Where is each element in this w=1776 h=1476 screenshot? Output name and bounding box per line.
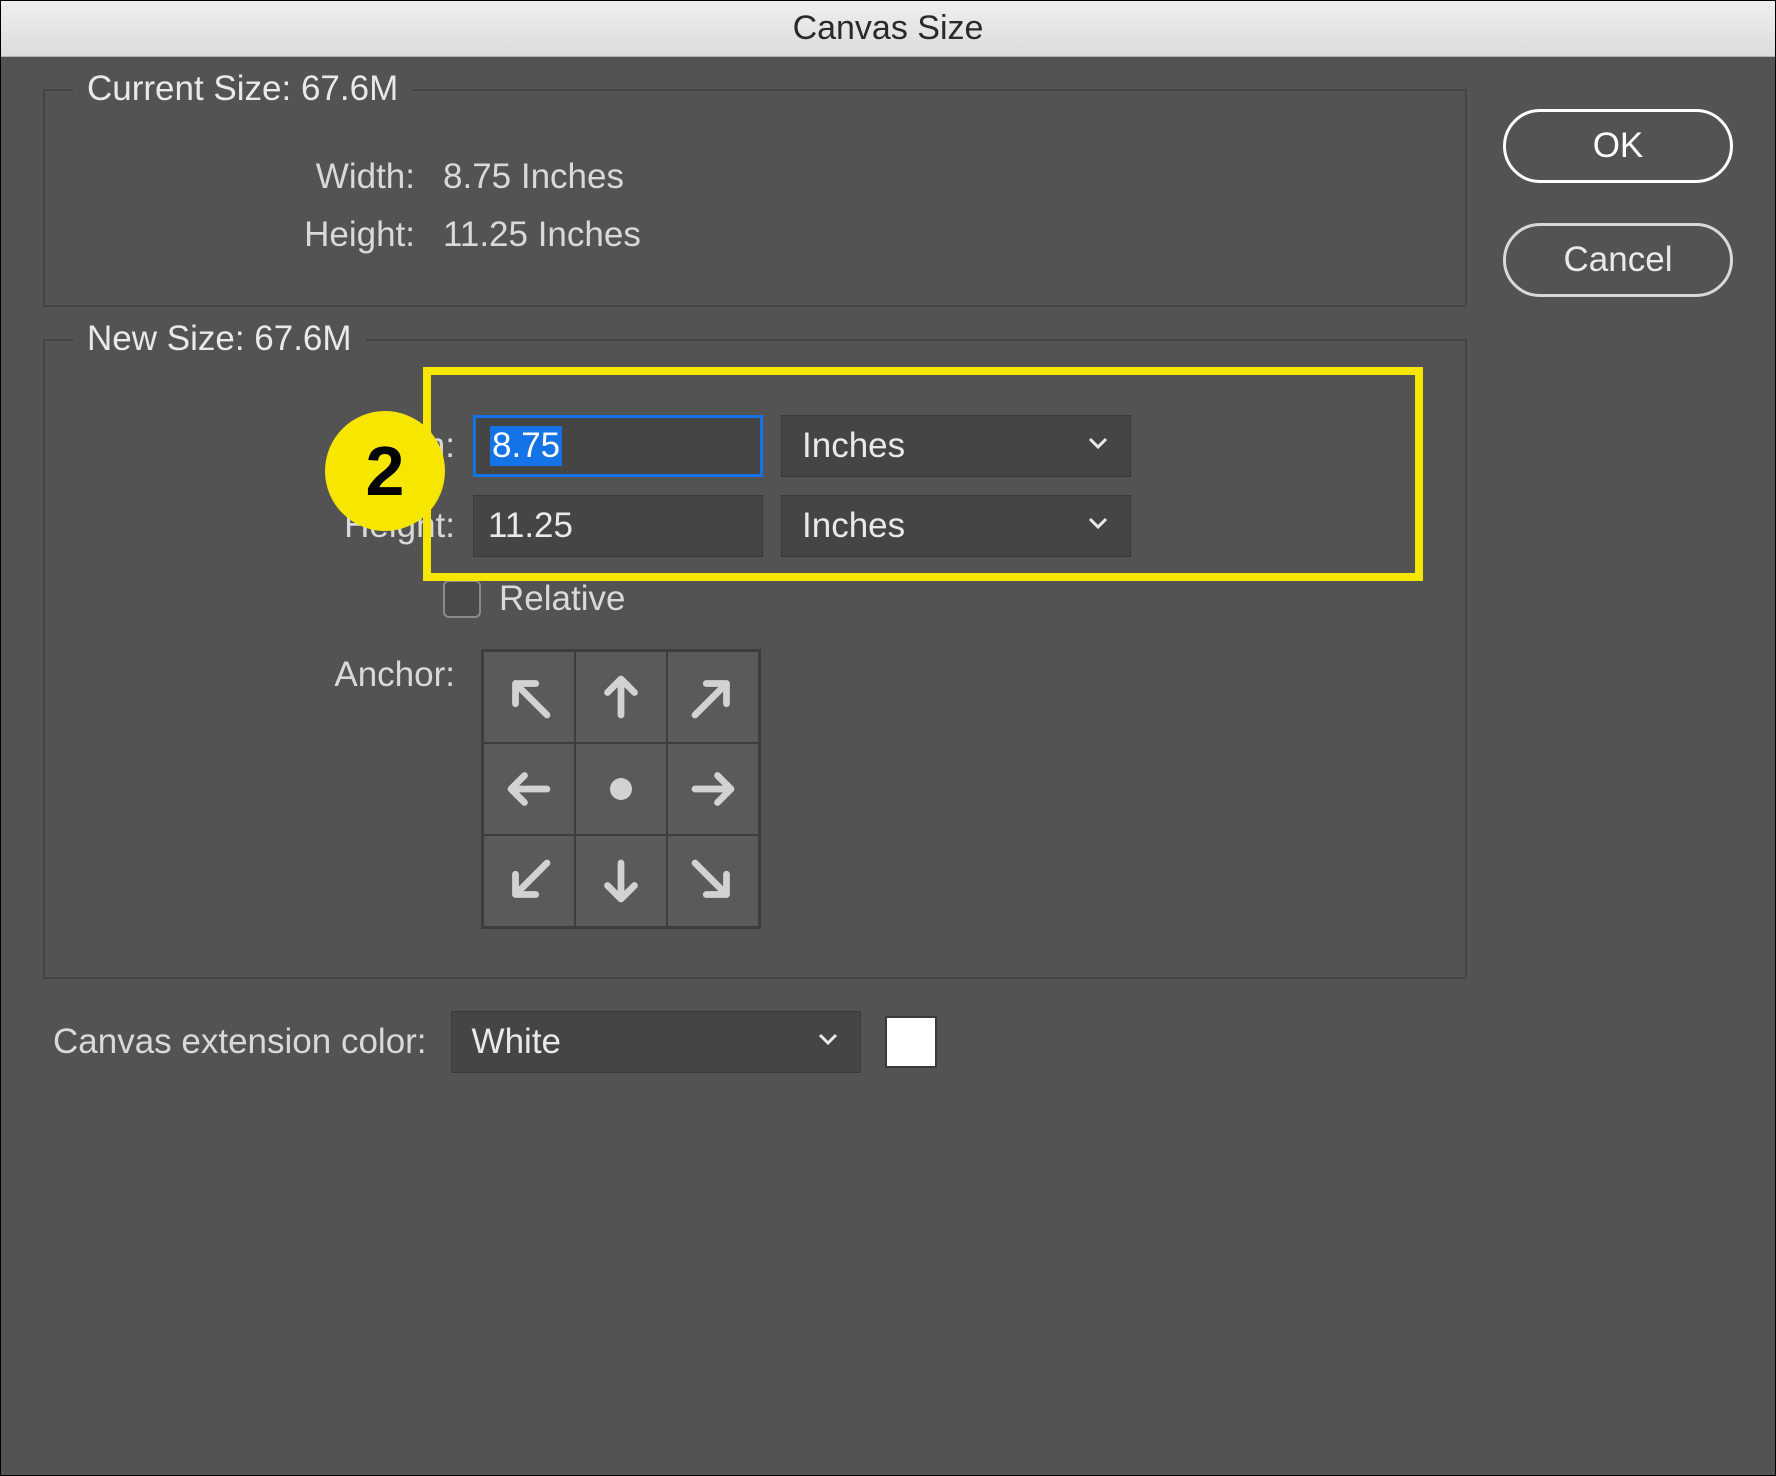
new-width-unit-value: Inches: [802, 426, 905, 466]
new-width-input[interactable]: 8.75: [473, 415, 763, 477]
extension-color-label: Canvas extension color:: [53, 1022, 427, 1062]
dialog-title: Canvas Size: [793, 9, 984, 48]
cancel-button[interactable]: Cancel: [1503, 223, 1733, 297]
relative-checkbox[interactable]: [443, 580, 481, 618]
anchor-s[interactable]: [575, 835, 667, 927]
chevron-down-icon: [1086, 511, 1110, 542]
new-size-group: New Size: 67.6M Width: 8.75 Inches Heigh…: [43, 339, 1467, 979]
dialog-titlebar: Canvas Size: [1, 1, 1775, 57]
dialog-body: Current Size: 67.6M Width: 8.75 Inches H…: [1, 57, 1775, 1113]
extension-color-value: White: [472, 1022, 561, 1062]
anchor-w[interactable]: [483, 743, 575, 835]
step-badge-number: 2: [366, 431, 405, 511]
anchor-se[interactable]: [667, 835, 759, 927]
current-width-row: Width: 8.75 Inches: [85, 157, 1425, 197]
anchor-ne[interactable]: [667, 651, 759, 743]
anchor-sw[interactable]: [483, 835, 575, 927]
anchor-e[interactable]: [667, 743, 759, 835]
extension-color-dropdown[interactable]: White: [451, 1011, 861, 1073]
anchor-grid[interactable]: [481, 649, 761, 929]
anchor-n[interactable]: [575, 651, 667, 743]
new-height-input[interactable]: 11.25: [473, 495, 763, 557]
new-height-row: Height: 11.25 Inches: [85, 495, 1425, 557]
current-size-legend: Current Size: 67.6M: [73, 69, 412, 109]
anchor-row: Anchor:: [85, 649, 1425, 929]
new-width-input-text: 8.75: [490, 426, 562, 466]
new-size-legend: New Size: 67.6M: [73, 319, 366, 359]
canvas-size-dialog: Canvas Size Current Size: 67.6M Width: 8…: [0, 0, 1776, 1476]
new-width-unit-dropdown[interactable]: Inches: [781, 415, 1131, 477]
new-height-unit-value: Inches: [802, 506, 905, 546]
extension-color-row: Canvas extension color: White: [43, 1011, 1467, 1073]
relative-row: Relative: [85, 579, 1425, 619]
current-width-label: Width:: [85, 157, 415, 197]
new-height-input-text: 11.25: [488, 506, 573, 546]
anchor-nw[interactable]: [483, 651, 575, 743]
ok-button[interactable]: OK: [1503, 109, 1733, 183]
new-height-unit-dropdown[interactable]: Inches: [781, 495, 1131, 557]
current-width-value: 8.75 Inches: [443, 157, 624, 197]
current-height-row: Height: 11.25 Inches: [85, 215, 1425, 255]
dialog-right-column: OK Cancel: [1503, 89, 1733, 1073]
relative-label: Relative: [499, 579, 625, 619]
step-badge: 2: [325, 411, 445, 531]
anchor-c[interactable]: [575, 743, 667, 835]
current-height-label: Height:: [85, 215, 415, 255]
anchor-label: Anchor:: [85, 649, 455, 695]
dialog-left-column: Current Size: 67.6M Width: 8.75 Inches H…: [43, 89, 1467, 1073]
anchor-center-dot-icon: [610, 778, 632, 800]
current-size-group: Current Size: 67.6M Width: 8.75 Inches H…: [43, 89, 1467, 307]
new-width-row: Width: 8.75 Inches: [85, 415, 1425, 477]
chevron-down-icon: [1086, 431, 1110, 462]
extension-color-swatch[interactable]: [885, 1016, 937, 1068]
current-height-value: 11.25 Inches: [443, 215, 641, 255]
chevron-down-icon: [816, 1027, 840, 1058]
